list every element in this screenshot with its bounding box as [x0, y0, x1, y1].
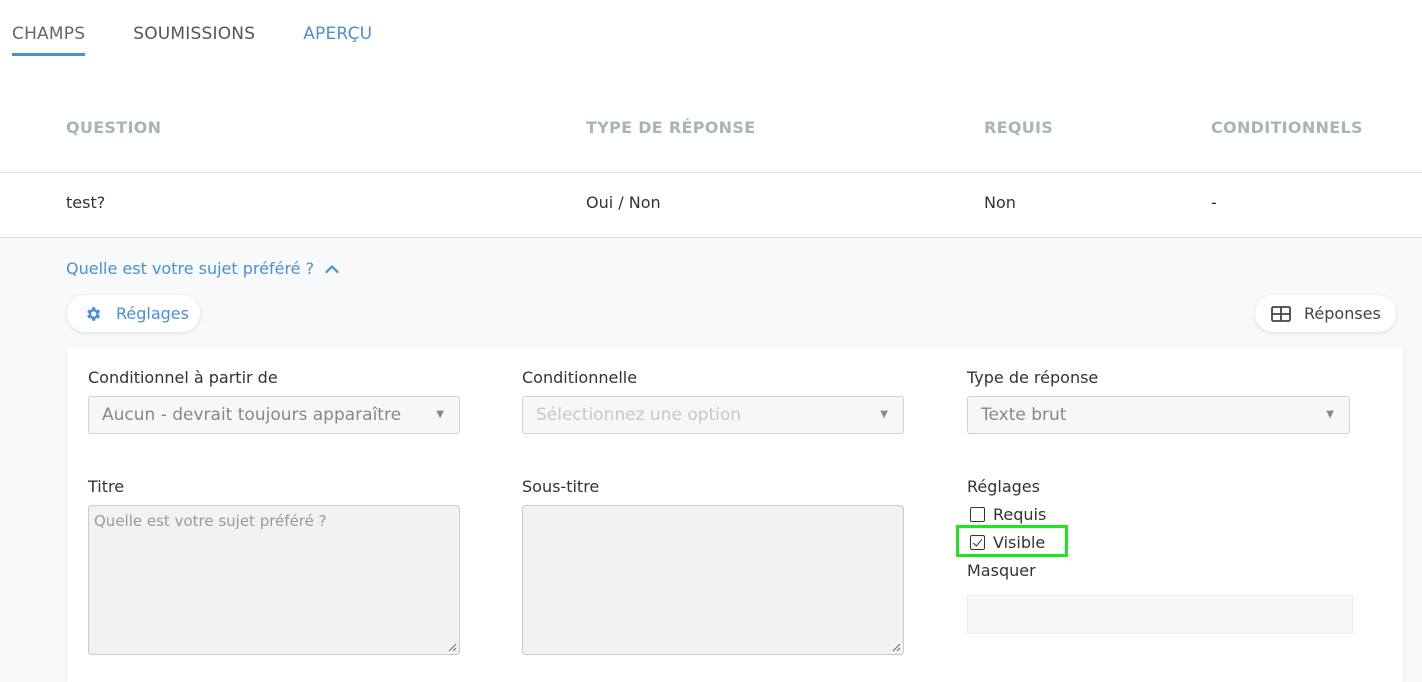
conditional-from-value: Aucun - devrait toujours apparaître [102, 405, 402, 425]
required-label: Requis [993, 505, 1047, 524]
hide-label: Masquer [967, 561, 1036, 580]
response-type-select[interactable]: Texte brut ▼ [967, 396, 1350, 434]
settings-button[interactable]: Réglages [67, 295, 200, 332]
column-header-question: QUESTION [66, 118, 162, 137]
required-checkbox-row[interactable]: Requis [970, 505, 1046, 524]
conditional-from-label: Conditionnel à partir de [88, 368, 278, 387]
response-type-label: Type de réponse [967, 368, 1099, 387]
table-icon [1271, 304, 1291, 324]
settings-button-label: Réglages [116, 304, 189, 323]
question-link-label: Quelle est votre sujet préféré ? [66, 259, 315, 278]
row-response-type: Oui / Non [586, 193, 661, 212]
visible-checkbox-row[interactable]: Visible [970, 533, 1045, 552]
conditional-placeholder: Sélectionnez une option [536, 405, 742, 425]
resize-handle-icon[interactable] [891, 642, 901, 652]
caret-down-icon: ▼ [1326, 409, 1334, 420]
chevron-up-icon [325, 259, 339, 278]
header-divider [0, 172, 1422, 173]
settings-section-label: Réglages [967, 477, 1040, 496]
row-conditionals: - [1211, 193, 1217, 212]
row-question[interactable]: test? [66, 193, 105, 212]
tab-soumissions[interactable]: SOUMISSIONS [133, 22, 255, 56]
caret-down-icon: ▼ [436, 409, 444, 420]
subtitle-textarea[interactable] [522, 505, 904, 655]
column-header-required: REQUIS [984, 118, 1054, 137]
title-placeholder: Quelle est votre sujet préféré ? [94, 512, 327, 530]
row-required: Non [984, 193, 1016, 212]
conditional-from-select[interactable]: Aucun - devrait toujours apparaître ▼ [88, 396, 460, 434]
tab-champs[interactable]: CHAMPS [12, 22, 86, 56]
hide-input[interactable] [967, 595, 1353, 634]
gear-icon [83, 304, 103, 324]
caret-down-icon: ▼ [880, 409, 888, 420]
subtitle-label: Sous-titre [522, 477, 600, 496]
column-header-response-type: TYPE DE RÉPONSE [586, 118, 756, 137]
visible-label: Visible [993, 533, 1046, 552]
column-header-conditionals: CONDITIONNELS [1211, 118, 1363, 137]
required-checkbox[interactable] [970, 507, 985, 522]
title-textarea[interactable]: Quelle est votre sujet préféré ? [88, 505, 460, 655]
question-collapse-link[interactable]: Quelle est votre sujet préféré ? [66, 259, 339, 278]
visible-checkbox[interactable] [970, 535, 985, 550]
conditional-select[interactable]: Sélectionnez une option ▼ [522, 396, 904, 434]
tab-bar: CHAMPS SOUMISSIONS APERÇU [12, 22, 420, 58]
resize-handle-icon[interactable] [447, 642, 457, 652]
title-label: Titre [88, 477, 125, 496]
response-type-value: Texte brut [981, 405, 1067, 425]
conditional-label: Conditionnelle [522, 368, 638, 387]
responses-button-label: Réponses [1304, 304, 1381, 323]
tab-apercu[interactable]: APERÇU [303, 22, 372, 56]
responses-button[interactable]: Réponses [1255, 295, 1396, 332]
